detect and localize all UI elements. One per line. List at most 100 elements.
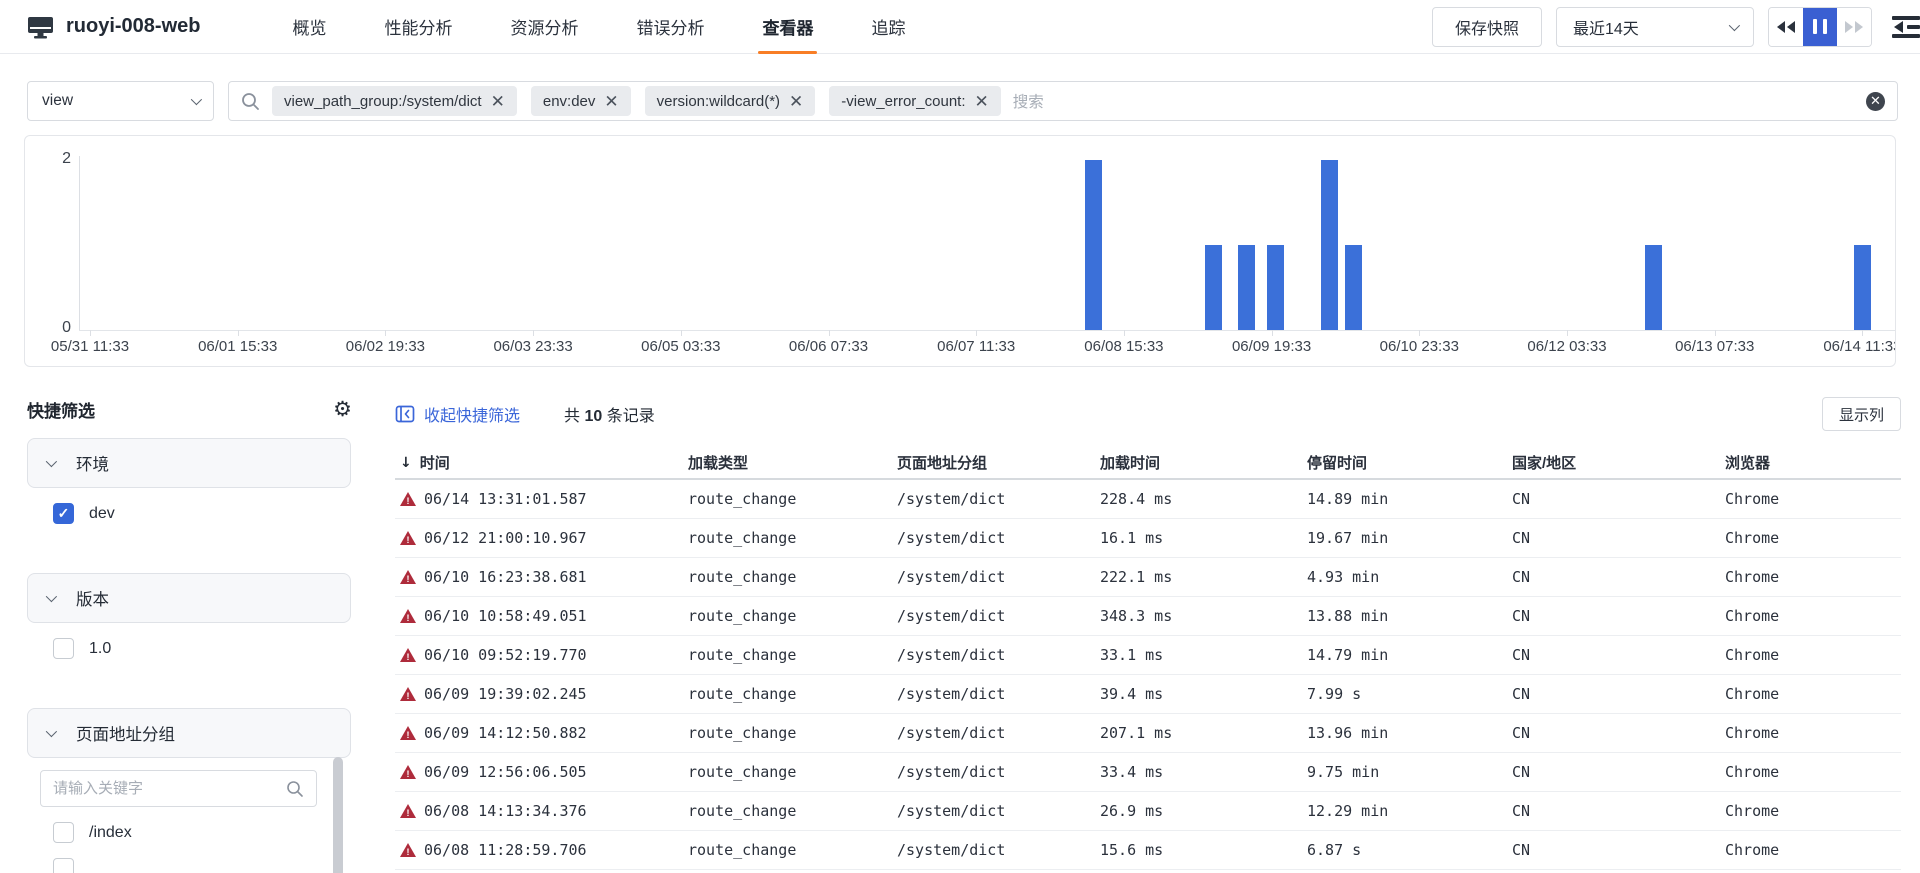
histogram-bar[interactable] bbox=[1205, 245, 1222, 330]
x-axis-tick-label: 06/01 15:33 bbox=[198, 338, 277, 355]
gear-icon[interactable]: ⚙ bbox=[333, 399, 352, 420]
column-header[interactable]: 停留时间 bbox=[1307, 452, 1512, 473]
tab-viewer[interactable]: 查看器 bbox=[762, 0, 813, 54]
tag-remove-icon[interactable]: ✕ bbox=[491, 93, 505, 110]
filter-option bbox=[53, 858, 370, 873]
tag-remove-icon[interactable]: ✕ bbox=[789, 93, 803, 110]
y-axis-tick-min: 0 bbox=[25, 319, 71, 337]
cell: CN bbox=[1512, 802, 1725, 820]
table-row[interactable]: 06/09 12:56:06.505route_change/system/di… bbox=[395, 753, 1901, 792]
chevron-down-icon bbox=[191, 94, 202, 105]
sidebar-section-label: 页面地址分组 bbox=[76, 721, 175, 745]
sidebar-section-env[interactable]: 环境 bbox=[27, 438, 351, 488]
histogram-bar[interactable] bbox=[1345, 245, 1362, 330]
histogram-bar[interactable] bbox=[1085, 160, 1102, 330]
save-snapshot-button[interactable]: 保存快照 bbox=[1432, 7, 1542, 47]
sidebar-section-view-path-group[interactable]: 页面地址分组 bbox=[27, 708, 351, 758]
x-axis-tick bbox=[1715, 330, 1716, 336]
table-row[interactable]: 06/08 14:13:34.376route_change/system/di… bbox=[395, 792, 1901, 831]
record-count: 共 10 条记录 bbox=[564, 402, 655, 426]
histogram-bar[interactable] bbox=[1321, 160, 1338, 330]
table-row[interactable]: 06/10 09:52:19.770route_change/system/di… bbox=[395, 636, 1901, 675]
rewind-button[interactable] bbox=[1769, 8, 1803, 46]
record-count-number: 10 bbox=[584, 408, 602, 425]
timestamp: 06/14 13:31:01.587 bbox=[424, 490, 587, 508]
search-bar[interactable]: view_path_group:/system/dict✕ env:dev✕ ver… bbox=[228, 81, 1898, 121]
search-placeholder[interactable]: 搜索 bbox=[1013, 90, 1044, 112]
column-header-time[interactable]: ↓ 时间 bbox=[395, 452, 688, 473]
column-header[interactable]: 国家/地区 bbox=[1512, 452, 1725, 473]
table-row[interactable]: 06/10 16:23:38.681route_change/system/di… bbox=[395, 558, 1901, 597]
cell: 19.67 min bbox=[1307, 529, 1512, 547]
column-header-label: 时间 bbox=[420, 452, 450, 473]
tab-errors[interactable]: 错误分析 bbox=[636, 0, 704, 54]
column-header[interactable]: 加载类型 bbox=[688, 452, 897, 473]
histogram-bar[interactable] bbox=[1238, 245, 1255, 330]
collapse-panel-icon[interactable] bbox=[1892, 14, 1920, 40]
tab-tracing[interactable]: 追踪 bbox=[871, 0, 905, 54]
tab-resources[interactable]: 资源分析 bbox=[510, 0, 578, 54]
chevron-down-icon bbox=[46, 591, 57, 602]
cell: 16.1 ms bbox=[1100, 529, 1307, 547]
histogram-bar[interactable] bbox=[1645, 245, 1662, 330]
table-row[interactable]: 06/12 21:00:10.967route_change/system/di… bbox=[395, 519, 1901, 558]
checkbox-unchecked[interactable] bbox=[53, 858, 74, 873]
column-header[interactable]: 页面地址分组 bbox=[897, 452, 1100, 473]
checkbox-checked[interactable]: ✓ bbox=[53, 503, 74, 524]
show-columns-button[interactable]: 显示列 bbox=[1822, 397, 1901, 431]
cell: /system/dict bbox=[897, 802, 1100, 820]
histogram-bar[interactable] bbox=[1854, 245, 1871, 330]
filter-tag[interactable]: view_path_group:/system/dict✕ bbox=[272, 86, 517, 116]
collapse-quick-filters-link[interactable]: 收起快捷筛选 bbox=[395, 402, 520, 426]
sidebar-sections: 环境✓dev版本1.0页面地址分组/index bbox=[0, 438, 370, 873]
column-header[interactable]: 加载时间 bbox=[1100, 452, 1307, 473]
warning-icon bbox=[400, 804, 416, 818]
table-row[interactable]: 06/14 13:31:01.587route_change/system/di… bbox=[395, 480, 1901, 519]
scope-select[interactable]: view bbox=[27, 81, 214, 121]
tag-remove-icon[interactable]: ✕ bbox=[604, 93, 618, 110]
cell-time: 06/10 10:58:49.051 bbox=[395, 607, 688, 625]
cell: 15.6 ms bbox=[1100, 841, 1307, 859]
cell-time: 06/08 14:13:34.376 bbox=[395, 802, 688, 820]
filter-tag[interactable]: version:wildcard(*)✕ bbox=[645, 86, 816, 116]
collapse-panel-left-icon bbox=[395, 404, 415, 424]
clear-search-icon[interactable]: ✕ bbox=[1866, 92, 1885, 111]
pause-icon bbox=[1813, 19, 1817, 34]
cell-time: 06/09 12:56:06.505 bbox=[395, 763, 688, 781]
cell: route_change bbox=[688, 802, 897, 820]
filter-tag[interactable]: env:dev✕ bbox=[531, 86, 631, 116]
warning-icon bbox=[400, 648, 416, 662]
cell: Chrome bbox=[1725, 763, 1901, 781]
sidebar-keyword-search[interactable] bbox=[40, 770, 317, 807]
time-range-select[interactable]: 最近14天 bbox=[1556, 7, 1754, 47]
table-row[interactable]: 06/08 11:28:59.706route_change/system/di… bbox=[395, 831, 1901, 870]
tab-overview[interactable]: 概览 bbox=[292, 0, 326, 54]
cell: 13.88 min bbox=[1307, 607, 1512, 625]
table-row[interactable]: 06/09 14:12:50.882route_change/system/di… bbox=[395, 714, 1901, 753]
tab-performance[interactable]: 性能分析 bbox=[384, 0, 452, 54]
warning-icon bbox=[400, 531, 416, 545]
sidebar-scrollbar[interactable] bbox=[333, 757, 343, 873]
warning-icon bbox=[400, 765, 416, 779]
pause-button[interactable] bbox=[1803, 8, 1837, 46]
x-axis-tick bbox=[90, 330, 91, 336]
filter-tag[interactable]: -view_error_count:✕ bbox=[829, 86, 1000, 116]
x-axis-tick bbox=[1124, 330, 1125, 336]
checkbox-unchecked[interactable] bbox=[53, 638, 74, 659]
tag-remove-icon[interactable]: ✕ bbox=[975, 93, 989, 110]
fast-forward-icon bbox=[1855, 21, 1863, 33]
warning-icon bbox=[400, 687, 416, 701]
monitor-icon bbox=[27, 15, 54, 39]
sidebar-section-version[interactable]: 版本 bbox=[27, 573, 351, 623]
checkbox-unchecked[interactable] bbox=[53, 822, 74, 843]
table-row[interactable]: 06/10 10:58:49.051route_change/system/di… bbox=[395, 597, 1901, 636]
fast-forward-button[interactable] bbox=[1837, 8, 1871, 46]
keyword-input[interactable] bbox=[53, 780, 278, 797]
cell: CN bbox=[1512, 685, 1725, 703]
table-row[interactable]: 06/09 19:39:02.245route_change/system/di… bbox=[395, 675, 1901, 714]
sort-desc-icon[interactable]: ↓ bbox=[400, 455, 412, 471]
time-range-value: 最近14天 bbox=[1573, 15, 1639, 39]
histogram-bar[interactable] bbox=[1267, 245, 1284, 330]
column-header[interactable]: 浏览器 bbox=[1725, 452, 1901, 473]
fast-forward-icon bbox=[1845, 21, 1853, 33]
